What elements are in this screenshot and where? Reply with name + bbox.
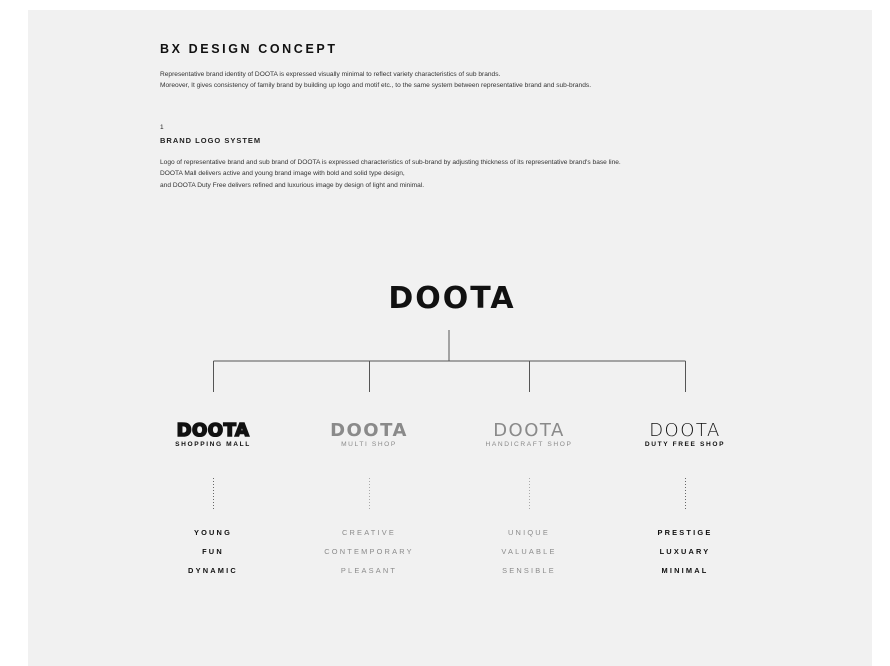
keyword: CREATIVE: [341, 528, 396, 537]
keywords-handicraft-shop: UNIQUE VALUABLE SENSIBLE: [449, 524, 609, 580]
logo-text: DOOTA: [330, 420, 408, 440]
brand-name: MULTI SHOP: [341, 441, 397, 448]
logo-text: DOOTA: [493, 420, 565, 440]
keywords-duty-free-shop: PRESTIGE LUXUARY MINIMAL: [605, 524, 765, 580]
brand-name: SHOPPING MALL: [175, 441, 251, 448]
keyword: CONTEMPORARY: [324, 546, 414, 556]
keyword: FUN: [202, 546, 224, 556]
keywords-shopping-mall: YOUNG FUN DYNAMIC: [133, 524, 293, 580]
doota-duty-free-shop-logo: DOOTA: [649, 420, 721, 441]
brand-column-handicraft-shop: DOOTA HANDICRAFT SHOP: [449, 418, 609, 448]
keyword: DYNAMIC: [188, 565, 238, 575]
logo-text: DOOTA: [649, 420, 721, 440]
keyword: PRESTIGE: [657, 528, 713, 537]
keyword: UNIQUE: [508, 528, 550, 537]
keyword: LUXUARY: [659, 546, 711, 556]
keywords-multi-shop: CREATIVE CONTEMPORARY PLEASANT: [289, 524, 449, 580]
main-logo-text: DOOTA: [388, 281, 515, 316]
doota-multi-shop-logo: DOOTA: [330, 420, 408, 441]
logo-text: DOOTA: [177, 420, 250, 440]
brand-name: HANDICRAFT SHOP: [485, 441, 573, 448]
brand-name: DUTY FREE SHOP: [644, 441, 726, 448]
keyword: VALUABLE: [501, 546, 557, 556]
keyword: PLEASANT: [340, 565, 398, 575]
brand-column-multi-shop: DOOTA MULTI SHOP: [289, 418, 449, 448]
doota-handicraft-shop-logo: DOOTA: [493, 420, 565, 441]
keyword: YOUNG: [193, 528, 233, 537]
keyword: MINIMAL: [661, 565, 709, 575]
brand-column-duty-free-shop: DOOTA DUTY FREE SHOP: [605, 418, 765, 448]
doota-shopping-mall-logo: DOOTA: [176, 419, 250, 442]
brand-column-shopping-mall: DOOTA SHOPPING MALL: [133, 418, 293, 448]
keyword: SENSIBLE: [502, 565, 556, 575]
doota-main-logo: DOOTA: [388, 281, 515, 316]
